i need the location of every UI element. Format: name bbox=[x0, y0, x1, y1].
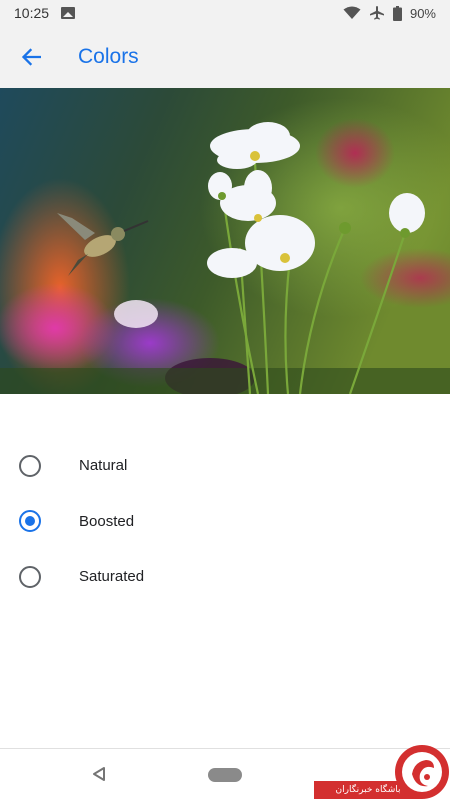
back-button[interactable] bbox=[0, 26, 62, 88]
wifi-icon bbox=[343, 6, 361, 19]
triangle-back-icon[interactable] bbox=[92, 766, 106, 782]
status-time: 10:25 bbox=[14, 5, 50, 21]
battery-icon bbox=[392, 5, 402, 21]
option-label-saturated: Saturated bbox=[79, 568, 145, 586]
pill-home-icon[interactable] bbox=[208, 768, 242, 782]
option-label-natural: Natural bbox=[79, 457, 128, 475]
option-saturated[interactable]: Saturated bbox=[0, 549, 450, 605]
watermark: باشگاه خبرنگاران bbox=[314, 744, 450, 800]
arrow-left-icon bbox=[21, 48, 41, 66]
status-bar: 10:25 90% bbox=[0, 0, 450, 26]
status-icons: 90% bbox=[343, 5, 436, 21]
watermark-logo-icon bbox=[395, 745, 449, 799]
app-bar: Colors bbox=[0, 26, 450, 88]
battery-percentage: 90% bbox=[409, 5, 436, 21]
page-title: Colors bbox=[78, 45, 139, 68]
radio-selected-dot bbox=[25, 516, 35, 527]
option-natural[interactable]: Natural bbox=[0, 438, 450, 494]
radio-boosted[interactable] bbox=[19, 510, 41, 533]
option-boosted[interactable]: Boosted bbox=[0, 494, 450, 550]
radio-saturated[interactable] bbox=[19, 565, 41, 588]
color-preview-image bbox=[0, 88, 450, 394]
gallery-icon bbox=[61, 7, 76, 19]
airplane-icon bbox=[369, 6, 384, 20]
radio-natural[interactable] bbox=[19, 454, 41, 477]
option-label-boosted: Boosted bbox=[79, 512, 135, 530]
color-mode-options: Natural Boosted Saturated bbox=[0, 438, 450, 605]
